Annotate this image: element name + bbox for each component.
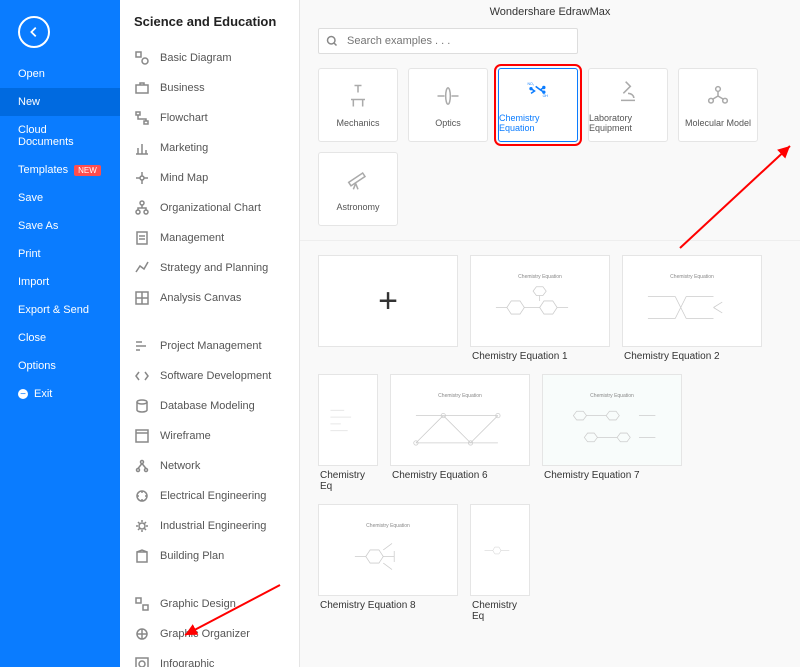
strategy-icon — [134, 260, 150, 276]
building-icon — [134, 548, 150, 564]
cat-mind-map[interactable]: Mind Map — [120, 163, 299, 193]
cat-infographic[interactable]: Infographic — [120, 649, 299, 667]
template-7[interactable]: Chemistry Equation Chemistry Equation 7 — [542, 374, 682, 492]
gear-icon — [134, 518, 150, 534]
org-icon — [134, 200, 150, 216]
card-molecular[interactable]: Molecular Model — [678, 68, 758, 142]
menu-save[interactable]: Save — [0, 184, 120, 212]
chemistry-icon: NO₂ OH — [524, 77, 552, 105]
exit-icon: − — [18, 389, 28, 399]
network-icon — [134, 458, 150, 474]
category-sidebar: Science and Education Basic Diagram Busi… — [120, 0, 300, 667]
template-blank[interactable]: + — [318, 255, 458, 362]
svg-text:OH: OH — [543, 94, 549, 98]
menu-import[interactable]: Import — [0, 268, 120, 296]
cat-analysis[interactable]: Analysis Canvas — [120, 283, 299, 313]
card-astronomy[interactable]: Astronomy — [318, 152, 398, 226]
template-grid: + Chemistry Equation Chemistry Equation … — [300, 240, 800, 636]
back-button[interactable] — [18, 16, 50, 48]
menu-templates[interactable]: TemplatesNEW — [0, 156, 120, 184]
cat-database[interactable]: Database Modeling — [120, 391, 299, 421]
template-2[interactable]: Chemistry Equation Chemistry Equation 2 — [622, 255, 762, 362]
telescope-icon — [344, 166, 372, 194]
cat-industrial[interactable]: Industrial Engineering — [120, 511, 299, 541]
cat-software-dev[interactable]: Software Development — [120, 361, 299, 391]
database-icon — [134, 398, 150, 414]
cat-graphic-organizer[interactable]: Graphic Organizer — [120, 619, 299, 649]
menu-exit[interactable]: −Exit — [0, 380, 120, 408]
cat-strategy[interactable]: Strategy and Planning — [120, 253, 299, 283]
molecule-icon — [704, 82, 732, 110]
cat-network[interactable]: Network — [120, 451, 299, 481]
cat-basic-diagram[interactable]: Basic Diagram — [120, 43, 299, 73]
cat-marketing[interactable]: Marketing — [120, 133, 299, 163]
category-list: Basic Diagram Business Flowchart Marketi… — [120, 43, 299, 667]
infographic-icon — [134, 656, 150, 667]
svg-text:NO₂: NO₂ — [528, 82, 535, 86]
organizer-icon — [134, 626, 150, 642]
subcategory-row: Mechanics Optics NO₂OH Chemistry Equatio… — [300, 68, 800, 240]
menu-export-send[interactable]: Export & Send — [0, 296, 120, 324]
template-6[interactable]: Chemistry Equation Chemistry Equation 6 — [390, 374, 530, 492]
card-chemistry-equation[interactable]: NO₂OH Chemistry Equation — [498, 68, 578, 142]
main-content: Wondershare EdrawMax Mechanics Optics NO… — [300, 0, 800, 667]
category-title: Science and Education — [120, 14, 299, 43]
cat-org-chart[interactable]: Organizational Chart — [120, 193, 299, 223]
menu-save-as[interactable]: Save As — [0, 212, 120, 240]
menu-options[interactable]: Options — [0, 352, 120, 380]
template-3[interactable]: Chemistry Eq — [318, 374, 378, 492]
menu-open[interactable]: Open — [0, 60, 120, 88]
search-input[interactable] — [318, 28, 578, 54]
cat-management[interactable]: Management — [120, 223, 299, 253]
template-9[interactable]: Chemistry Eq — [470, 504, 530, 622]
cat-electrical[interactable]: Electrical Engineering — [120, 481, 299, 511]
plus-icon: + — [378, 282, 398, 321]
briefcase-icon — [134, 80, 150, 96]
cat-building[interactable]: Building Plan — [120, 541, 299, 571]
code-icon — [134, 368, 150, 384]
cat-business[interactable]: Business — [120, 73, 299, 103]
mindmap-icon — [134, 170, 150, 186]
cat-flowchart[interactable]: Flowchart — [120, 103, 299, 133]
cat-graphic-design[interactable]: Graphic Design — [120, 589, 299, 619]
menu-cloud-documents[interactable]: Cloud Documents — [0, 116, 120, 156]
arrow-left-icon — [27, 25, 41, 39]
microscope-icon — [614, 77, 642, 105]
mechanics-icon — [344, 82, 372, 110]
cat-wireframe[interactable]: Wireframe — [120, 421, 299, 451]
grid-icon — [134, 290, 150, 306]
shapes-icon — [134, 50, 150, 66]
flowchart-icon — [134, 110, 150, 126]
menu-close[interactable]: Close — [0, 324, 120, 352]
card-optics[interactable]: Optics — [408, 68, 488, 142]
cat-project-mgmt[interactable]: Project Management — [120, 331, 299, 361]
new-badge: NEW — [74, 165, 101, 176]
gantt-icon — [134, 338, 150, 354]
file-menu-sidebar: Open New Cloud Documents TemplatesNEW Sa… — [0, 0, 120, 667]
app-title: Wondershare EdrawMax — [300, 0, 800, 24]
template-1[interactable]: Chemistry Equation Chemistry Equation 1 — [470, 255, 610, 362]
wireframe-icon — [134, 428, 150, 444]
chart-icon — [134, 140, 150, 156]
menu-new[interactable]: New — [0, 88, 120, 116]
electrical-icon — [134, 488, 150, 504]
template-8[interactable]: Chemistry Equation Chemistry Equation 8 — [318, 504, 458, 622]
search-wrap — [318, 28, 578, 54]
optics-icon — [434, 82, 462, 110]
clipboard-icon — [134, 230, 150, 246]
menu-print[interactable]: Print — [0, 240, 120, 268]
palette-icon — [134, 596, 150, 612]
card-lab-equipment[interactable]: Laboratory Equipment — [588, 68, 668, 142]
search-icon — [326, 35, 338, 47]
card-mechanics[interactable]: Mechanics — [318, 68, 398, 142]
